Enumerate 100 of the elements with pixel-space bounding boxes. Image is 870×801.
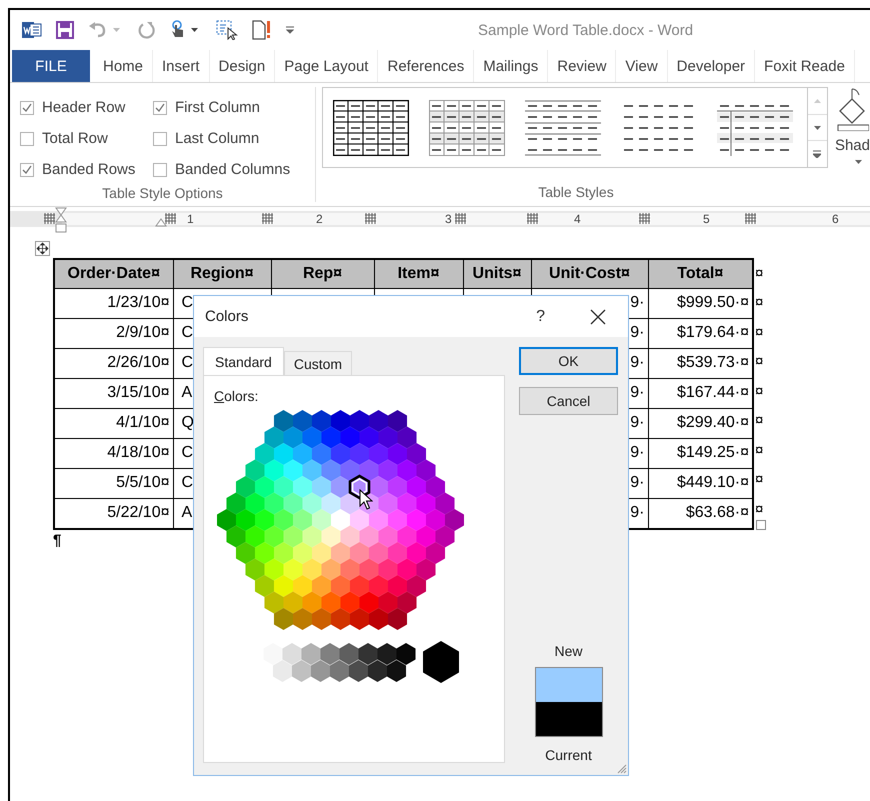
end-of-row-mark: ¤ [754,293,764,313]
option-label: Last Column [175,130,260,147]
color-preview [534,667,602,737]
help-button[interactable]: ? [536,308,545,326]
ruler-number: 4 [574,211,581,227]
dialog-tab[interactable]: Standard [203,347,284,375]
end-of-row-mark: ¤ [754,411,764,431]
table-style-thumbnail[interactable] [332,100,409,156]
document-alert-icon[interactable] [252,20,272,40]
new-label: New [554,643,582,659]
ribbon-tab[interactable]: Foxit Reade [755,50,855,82]
ribbon-tab[interactable]: View [616,50,668,82]
column-header: Item¤ [374,259,463,288]
save-icon[interactable] [56,21,74,39]
touch-icon[interactable] [170,20,186,40]
end-of-row-mark: ¤ [754,352,764,372]
column-marker-icon[interactable] [165,213,176,224]
cell-text: 9· [630,504,644,522]
option-label: First Column [175,99,260,116]
file-tab[interactable]: FILE [12,50,90,82]
column-header: Region¤ [173,259,271,288]
select-icon[interactable] [216,20,238,40]
dialog-tab[interactable]: Custom [284,351,352,375]
option-label: Banded Columns [175,161,290,178]
column-marker-icon[interactable] [44,213,55,224]
option-label: Banded Rows [42,161,136,178]
column-header: Total¤ [648,259,753,288]
cell-text: 9· [630,414,644,432]
cell-text: 9· [630,324,644,342]
checkbox[interactable] [153,162,167,176]
window-title: Sample Word Table.docx - Word [478,22,694,38]
table-cell: 1/23/10¤ [54,288,173,318]
end-of-row-mark: ¤ [754,440,764,460]
column-header: Units¤ [463,259,531,288]
cell-text: C [182,294,194,312]
cell-text: A [182,504,192,522]
cell-text: Q [182,414,194,432]
ruler-number: 6 [832,211,839,227]
table-resize-handle[interactable] [756,520,766,530]
column-header: Unit·Cost¤ [531,259,648,288]
column-marker-icon[interactable] [527,213,538,224]
group-label: Table Style Options [101,185,224,203]
table-cell: 2/9/10¤ [54,318,173,348]
ruler-number: 3 [445,211,452,227]
column-header: Order·Date¤ [54,259,173,288]
colors-label: Colors: [214,388,258,404]
checkbox[interactable] [153,100,167,114]
column-marker-icon[interactable] [365,213,376,224]
cell-text: C [182,444,194,462]
caret-down-icon [814,126,821,130]
cell-text: 9· [630,354,644,372]
cell-text: C [182,324,194,342]
ruler-number: 2 [316,211,323,227]
shading-button[interactable]: Shad [834,87,870,175]
dialog-button[interactable]: Cancel [519,387,618,415]
table-style-thumbnail[interactable] [428,100,505,156]
table-cell: 2/26/10¤ [54,348,173,378]
ribbon-tab[interactable]: Home [94,50,154,82]
option-label: Header Row [42,99,126,116]
checkbox[interactable] [153,132,167,146]
end-of-row-mark: ¤ [754,382,764,402]
caret-up-icon [814,98,821,103]
checkbox[interactable] [20,132,34,146]
ribbon-tab[interactable]: Developer [668,50,756,82]
ribbon-tab[interactable]: References [378,50,474,82]
column-marker-icon[interactable] [639,213,650,224]
resize-grip-icon[interactable] [617,764,627,774]
ribbon-tab[interactable]: Review [548,50,616,82]
cell-text: 9· [630,474,644,492]
ribbon-tab[interactable]: Page Layout [275,50,378,82]
column-marker-icon[interactable] [262,213,273,224]
column-marker-icon[interactable] [455,213,466,224]
ribbon-tab[interactable]: Mailings [474,50,548,82]
end-of-row-mark: ¤ [754,500,764,520]
ruler-number: 1 [187,211,194,227]
color-honeycomb[interactable] [217,410,464,630]
dialog-button[interactable]: OK [519,347,618,375]
cell-text: 9· [630,444,644,462]
table-move-handle-icon[interactable] [35,241,50,256]
current-label: Current [545,747,592,763]
caret-icon[interactable] [191,28,198,32]
table-style-thumbnail[interactable] [524,100,601,156]
close-icon[interactable] [590,308,606,324]
ruler-number: 5 [703,211,710,227]
paragraph-mark: ¶ [53,532,62,549]
ribbon-tab[interactable]: Insert [153,50,210,82]
checkbox[interactable] [20,162,34,176]
table-cell: 3/15/10¤ [54,378,173,408]
checkbox[interactable] [20,100,34,114]
indent-marker-icon[interactable] [55,207,67,233]
cell-text: 9· [630,384,644,402]
customize-caret-icon[interactable] [286,26,294,34]
caret-down-icon [854,160,862,164]
dialog-title: Colors [205,308,248,325]
indent-marker-icon[interactable] [155,218,167,227]
ribbon-tab[interactable]: Design [210,50,276,82]
end-of-row-mark: ¤ [754,322,764,342]
cell-text: C [182,474,194,492]
column-marker-icon[interactable] [745,213,756,224]
option-label: Total Row [42,130,108,147]
